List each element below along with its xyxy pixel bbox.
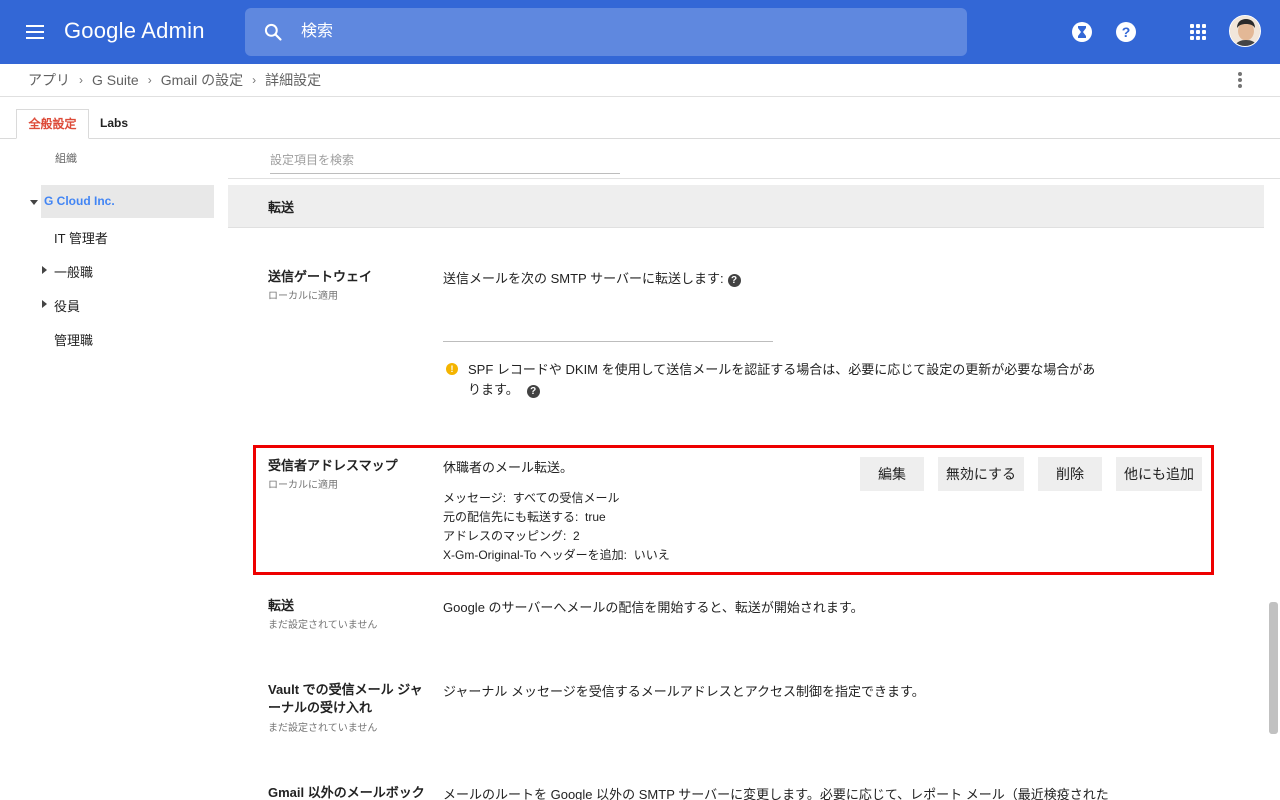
- setting-scope: まだ設定されていません: [268, 723, 378, 734]
- warning-message: SPF レコードや DKIM を使用して送信メールを認証する場合は、必要に応じて…: [468, 362, 1096, 397]
- menu-icon[interactable]: [24, 20, 48, 44]
- address-map-detail: メッセージ: すべての受信メール: [443, 489, 619, 506]
- address-map-detail: 元の配信先にも転送する: true: [443, 508, 606, 525]
- more-vert-icon[interactable]: [1232, 69, 1248, 91]
- setting-description: メールのルートを Google 以外の SMTP サーバーに変更します。必要に応…: [443, 787, 1109, 800]
- edit-button[interactable]: 編集: [860, 457, 924, 491]
- breadcrumb-item[interactable]: G Suite: [92, 72, 139, 88]
- address-map-detail: X-Gm-Original-To ヘッダーを追加: いいえ: [443, 546, 670, 563]
- search-input[interactable]: [301, 8, 941, 56]
- setting-title[interactable]: Gmail 以外のメールボック: [268, 784, 438, 800]
- app-bar: Google Admin ?: [0, 0, 1280, 64]
- avatar[interactable]: [1229, 15, 1261, 47]
- chevron-right-icon: ›: [252, 73, 257, 87]
- org-label: 組織: [55, 153, 77, 165]
- setting-scope: ローカルに適用: [268, 480, 338, 491]
- help-icon[interactable]: ?: [526, 385, 540, 398]
- breadcrumb: アプリ › G Suite › Gmail の設定 › 詳細設定: [28, 70, 321, 90]
- detail-key: 元の配信先にも転送する:: [443, 510, 579, 524]
- apps-grid-icon[interactable]: [1186, 20, 1210, 44]
- section-title: 転送: [268, 200, 295, 215]
- org-item-general[interactable]: 一般職: [54, 262, 93, 281]
- detail-value: true: [585, 510, 606, 524]
- setting-description: Google のサーバーへメールの配信を開始すると、転送が開始されます。: [443, 600, 864, 615]
- chevron-right-icon: ›: [147, 73, 152, 87]
- setting-title[interactable]: Vault での受信メール ジャーナルの受け入れ: [268, 681, 428, 717]
- logo-secondary: Admin: [141, 18, 205, 43]
- scrollbar-thumb[interactable]: [1269, 602, 1278, 734]
- detail-value: すべての受信メール: [512, 491, 620, 505]
- help-icon[interactable]: ?: [1114, 20, 1138, 44]
- divider: [228, 227, 1264, 228]
- section-header[interactable]: 転送: [228, 185, 1264, 227]
- warning-icon: !: [446, 363, 458, 375]
- address-map-heading: 休職者のメール転送。: [443, 460, 574, 475]
- detail-value: 2: [573, 529, 580, 543]
- org-item-managers[interactable]: 管理職: [54, 330, 93, 349]
- address-map-detail: アドレスのマッピング: 2: [443, 527, 580, 544]
- detail-key: X-Gm-Original-To ヘッダーを追加:: [443, 548, 628, 562]
- setting-description: 送信メールを次の SMTP サーバーに転送します:?: [443, 268, 741, 287]
- logo-primary: Google: [64, 18, 137, 43]
- search-icon[interactable]: [263, 22, 283, 42]
- warning-text: SPF レコードや DKIM を使用して送信メールを認証する場合は、必要に応じて…: [468, 360, 1108, 400]
- org-item-label: G Cloud Inc.: [44, 194, 115, 208]
- tab-general-settings[interactable]: 全般設定: [16, 109, 89, 139]
- setting-description: ジャーナル メッセージを受信するメールアドレスとアクセス制御を指定できます。: [443, 684, 925, 699]
- chevron-right-icon: ›: [79, 73, 83, 87]
- add-another-button[interactable]: 他にも追加: [1116, 457, 1202, 491]
- setting-title[interactable]: 転送: [268, 597, 428, 615]
- logo[interactable]: Google Admin: [64, 18, 205, 44]
- breadcrumb-item[interactable]: アプリ: [28, 70, 70, 90]
- svg-text:?: ?: [1122, 24, 1131, 40]
- org-item-root[interactable]: G Cloud Inc.: [41, 185, 214, 218]
- breadcrumb-current: 詳細設定: [265, 72, 322, 88]
- disable-button[interactable]: 無効にする: [938, 457, 1024, 491]
- gateway-description: 送信メールを次の SMTP サーバーに転送します:: [443, 271, 724, 286]
- setting-title[interactable]: 送信ゲートウェイ: [268, 268, 428, 286]
- detail-key: メッセージ:: [443, 491, 507, 505]
- collapsed-arrow-icon[interactable]: [42, 266, 47, 274]
- delete-button[interactable]: 削除: [1038, 457, 1102, 491]
- tab-bar: 全般設定 Labs: [0, 109, 1280, 139]
- setting-title[interactable]: 受信者アドレスマップ: [268, 457, 428, 475]
- hourglass-icon[interactable]: [1070, 20, 1094, 44]
- search-bar[interactable]: [245, 8, 967, 56]
- setting-scope: ローカルに適用: [268, 291, 338, 302]
- help-icon[interactable]: ?: [727, 274, 741, 287]
- breadcrumb-bar: アプリ › G Suite › Gmail の設定 › 詳細設定: [0, 64, 1280, 97]
- detail-value: いいえ: [633, 548, 670, 562]
- setting-scope: まだ設定されていません: [268, 620, 378, 631]
- settings-search-input[interactable]: [270, 146, 620, 174]
- collapsed-arrow-icon[interactable]: [42, 300, 47, 308]
- org-item-executives[interactable]: 役員: [54, 296, 80, 315]
- breadcrumb-item[interactable]: Gmail の設定: [161, 70, 243, 90]
- smtp-server-input[interactable]: [443, 314, 773, 342]
- org-item-it-admin[interactable]: IT 管理者: [54, 228, 108, 247]
- tab-labs[interactable]: Labs: [100, 109, 128, 139]
- detail-key: アドレスのマッピング:: [443, 529, 567, 543]
- divider: [228, 178, 1280, 179]
- expand-arrow-icon[interactable]: [30, 200, 38, 205]
